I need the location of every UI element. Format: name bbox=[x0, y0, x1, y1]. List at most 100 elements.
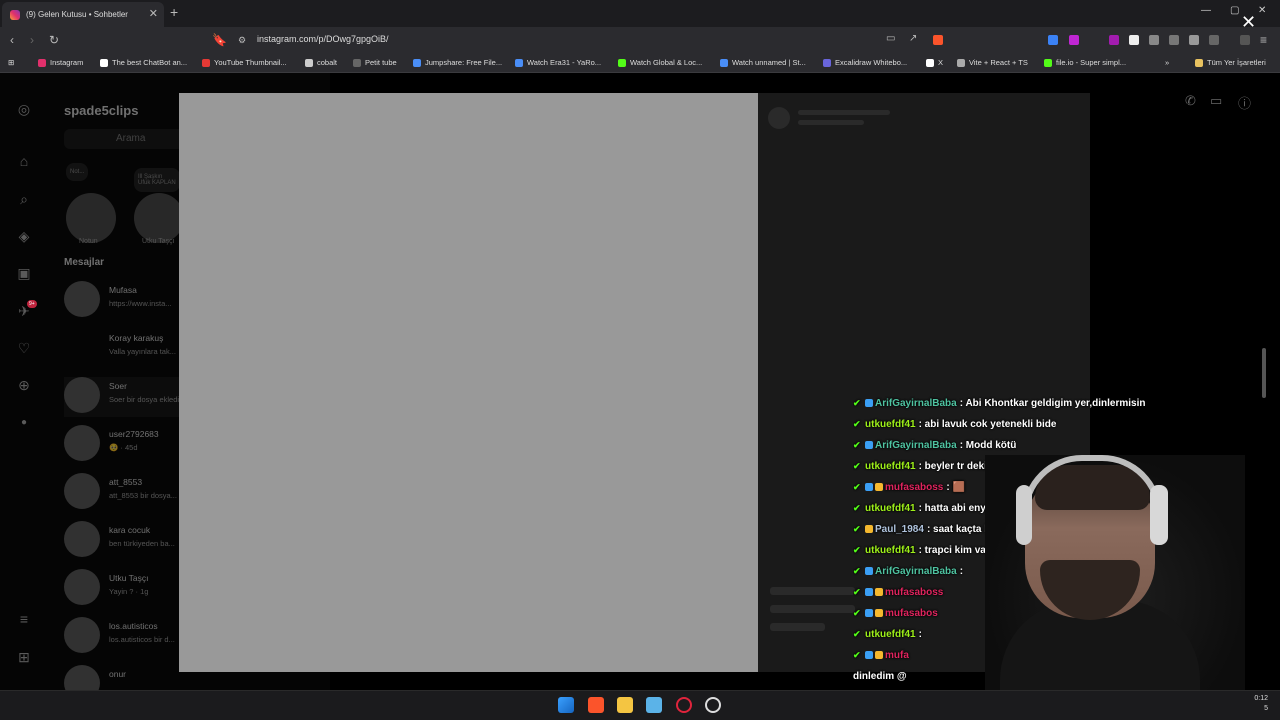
browser-tab-active[interactable]: (9) Gelen Kutusu • Sohbetler ✕ bbox=[2, 2, 164, 27]
back-icon[interactable]: ‹ bbox=[10, 33, 14, 47]
window-close-icon[interactable]: ✕ bbox=[1258, 5, 1266, 16]
bookmark-item[interactable]: Instagram bbox=[38, 58, 83, 67]
chat-username[interactable]: ArifGayirnalBaba bbox=[875, 440, 957, 451]
headset-right-cup bbox=[1150, 485, 1168, 545]
extension-purple-icon[interactable] bbox=[1109, 35, 1119, 45]
bookmark-item[interactable]: Watch Global & Loc... bbox=[618, 58, 702, 67]
share-icon[interactable]: ↗ bbox=[909, 33, 917, 44]
search-icon[interactable]: ⌕ bbox=[16, 191, 32, 207]
chat-username[interactable]: mufa bbox=[885, 650, 909, 661]
maximize-icon[interactable]: ▢ bbox=[1230, 5, 1239, 16]
apps-grid-icon[interactable]: ⊞ bbox=[8, 58, 14, 67]
windows-start-icon[interactable] bbox=[558, 697, 574, 713]
file-explorer-icon[interactable] bbox=[617, 697, 633, 713]
sidebar-toggle-icon[interactable] bbox=[1209, 35, 1219, 45]
skeleton-line bbox=[798, 120, 864, 125]
avatar bbox=[64, 377, 100, 413]
chat-message: ✔ mufa bbox=[853, 647, 912, 663]
all-bookmarks-folder[interactable]: Tüm Yer İşaretleri bbox=[1195, 58, 1266, 67]
skeleton-avatar bbox=[768, 107, 790, 129]
note-bubble[interactable]: Ill Şaşkın Ufuk KAPLAN bbox=[134, 168, 180, 192]
browser-nav-bar: ‹ › ↻ 🔖 ⚙ instagram.com/p/DOwg7gpgOiB/ ▭… bbox=[0, 27, 1280, 53]
bookmark-item[interactable]: Watch unnamed | St... bbox=[720, 58, 806, 67]
minimize-icon[interactable]: — bbox=[1201, 5, 1211, 16]
chat-username[interactable]: utkuefdf41 bbox=[865, 545, 916, 556]
also-from-meta-icon[interactable]: ⊞ bbox=[16, 649, 32, 665]
more-menu-icon[interactable]: ≡ bbox=[16, 611, 32, 627]
site-settings-icon[interactable]: ⚙ bbox=[238, 35, 246, 46]
extension-glasses-icon[interactable] bbox=[1149, 35, 1159, 45]
note-label: Notun bbox=[79, 238, 98, 245]
instagram-logo-icon[interactable]: ◎ bbox=[16, 101, 32, 117]
page-scrollbar[interactable] bbox=[1262, 348, 1266, 398]
bookmark-item[interactable]: file.io - Super simpl... bbox=[1044, 58, 1126, 67]
chat-username[interactable]: mufasaboss bbox=[885, 482, 943, 493]
extension-audio-icon[interactable] bbox=[1048, 35, 1058, 45]
bookmark-item[interactable]: Jumpshare: Free File... bbox=[413, 58, 502, 67]
avatar bbox=[64, 521, 100, 557]
chat-message: ✔ utkuefdf41: bbox=[853, 626, 922, 642]
brave-shields-icon[interactable] bbox=[933, 35, 943, 45]
new-tab-button[interactable]: + bbox=[170, 4, 178, 20]
cast-icon[interactable]: ▭ bbox=[886, 33, 895, 44]
extension-diamond-icon[interactable] bbox=[1129, 35, 1139, 45]
bookmarks-overflow-button[interactable]: » bbox=[1165, 58, 1169, 67]
chat-username[interactable]: ArifGayirnalBaba bbox=[875, 566, 957, 577]
explore-icon[interactable]: ◈ bbox=[16, 228, 32, 244]
skeleton-line bbox=[770, 605, 855, 613]
address-bar[interactable]: instagram.com/p/DOwg7gpgOiB/ bbox=[257, 34, 389, 44]
bookmark-favicon-icon bbox=[926, 58, 934, 67]
info-icon[interactable]: ⓘ bbox=[1238, 93, 1251, 112]
tab-close-icon[interactable]: ✕ bbox=[149, 7, 158, 20]
reels-icon[interactable]: ▣ bbox=[16, 265, 32, 281]
avatar bbox=[64, 617, 100, 653]
bookmark-item[interactable]: Petit tube bbox=[353, 58, 397, 67]
opera-browser-icon[interactable] bbox=[676, 697, 692, 713]
chat-username[interactable]: mufasaboss bbox=[885, 587, 943, 598]
extension-pink-icon[interactable] bbox=[1069, 35, 1079, 45]
chat-username[interactable]: utkuefdf41 bbox=[865, 419, 916, 430]
chat-username[interactable]: Paul_1984 bbox=[875, 524, 924, 535]
home-icon[interactable]: ⌂ bbox=[16, 153, 32, 169]
note-avatar[interactable] bbox=[134, 193, 184, 243]
video-call-icon[interactable]: ▭ bbox=[1210, 93, 1222, 109]
note-bubble[interactable]: Not... bbox=[66, 163, 89, 181]
chat-username[interactable]: ArifGayirnalBaba bbox=[875, 398, 957, 409]
brave-browser-icon[interactable] bbox=[588, 697, 604, 713]
dm-username[interactable]: spade5clips bbox=[64, 103, 138, 118]
menu-icon[interactable]: ≡ bbox=[1260, 33, 1267, 47]
extensions-puzzle-icon[interactable] bbox=[1189, 35, 1199, 45]
system-clock[interactable]: 0:12 5 bbox=[1254, 694, 1268, 714]
notifications-heart-icon[interactable]: ♡ bbox=[16, 340, 32, 356]
phone-icon[interactable]: ✆ bbox=[1185, 93, 1196, 109]
bookmark-favicon-icon bbox=[38, 58, 46, 67]
instagram-favicon-icon bbox=[10, 9, 20, 20]
note-avatar[interactable] bbox=[66, 193, 116, 243]
bookmark-item[interactable]: Vite + React + TS bbox=[957, 58, 1028, 67]
chat-username[interactable]: utkuefdf41 bbox=[865, 503, 916, 514]
app-settings-icon[interactable] bbox=[705, 697, 721, 713]
chat-username[interactable]: mufasabos bbox=[885, 608, 938, 619]
chat-badge-icon bbox=[875, 483, 883, 491]
create-icon[interactable]: ⊕ bbox=[16, 377, 32, 393]
bookmark-item[interactable]: Excalidraw Whitebo... bbox=[823, 58, 907, 67]
forward-icon[interactable]: › bbox=[30, 33, 34, 47]
bookmark-item[interactable]: The best ChatBot an... bbox=[100, 58, 187, 67]
vpn-shield-icon[interactable] bbox=[1240, 35, 1250, 45]
mail-app-icon[interactable] bbox=[646, 697, 662, 713]
bookmark-item[interactable]: X bbox=[926, 58, 943, 67]
profile-avatar-icon[interactable]: ● bbox=[16, 415, 32, 431]
reload-icon[interactable]: ↻ bbox=[49, 33, 59, 47]
chat-text: : Abi Khontkar geldigim yer,dinlermisin bbox=[959, 397, 1146, 409]
modal-close-icon[interactable]: ✕ bbox=[1241, 12, 1256, 33]
bookmark-item[interactable]: Watch Era31 - YaRo... bbox=[515, 58, 601, 67]
extension-recycle-icon[interactable] bbox=[1169, 35, 1179, 45]
chat-username[interactable]: utkuefdf41 bbox=[865, 629, 916, 640]
chat-username[interactable]: utkuefdf41 bbox=[865, 461, 916, 472]
post-media-placeholder[interactable] bbox=[179, 93, 758, 672]
chat-text: : 🟫 bbox=[946, 481, 965, 493]
bookmark-item[interactable]: YouTube Thumbnail... bbox=[202, 58, 287, 67]
bookmarks-bar: ⊞ Instagram The best ChatBot an... YouTu… bbox=[0, 53, 1280, 73]
bookmark-item[interactable]: cobalt bbox=[305, 58, 337, 67]
bookmark-icon[interactable]: 🔖 bbox=[212, 33, 227, 47]
